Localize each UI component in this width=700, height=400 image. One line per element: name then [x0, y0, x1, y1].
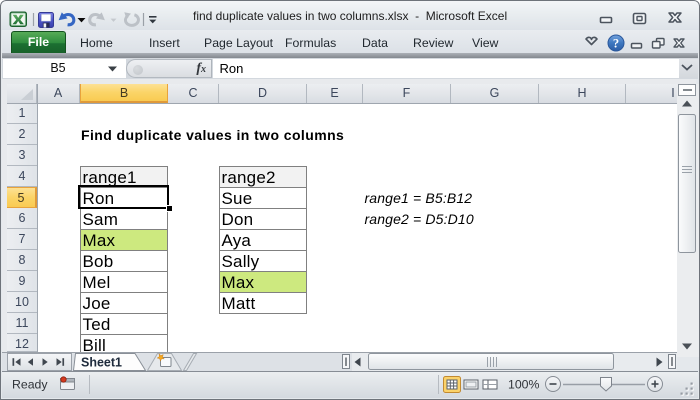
- svg-text:Sheet1: Sheet1: [81, 356, 122, 370]
- svg-text:?: ?: [613, 37, 619, 51]
- svg-text:Ready: Ready: [12, 378, 48, 392]
- svg-text:100%: 100%: [508, 378, 540, 392]
